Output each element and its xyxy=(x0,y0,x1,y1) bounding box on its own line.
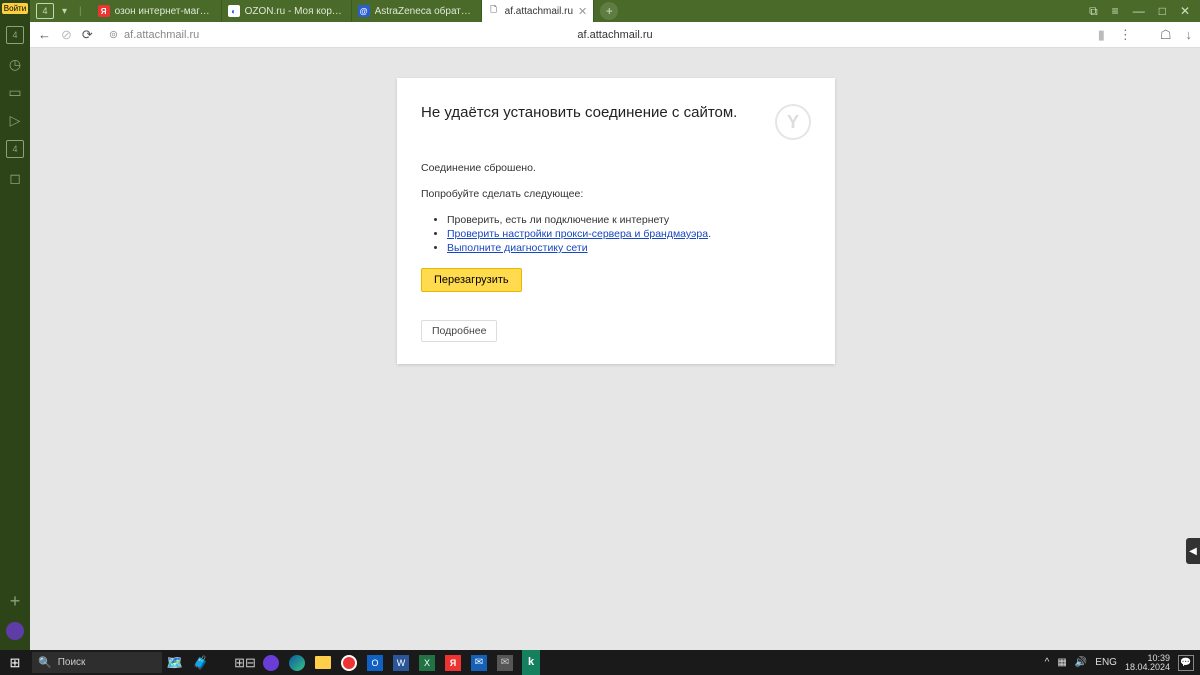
taskbar-mail[interactable]: ✉ xyxy=(466,650,492,675)
proxy-settings-link[interactable]: Проверить настройки прокси-сервера и бра… xyxy=(447,228,708,240)
tray-network-icon[interactable]: ▦ xyxy=(1057,657,1066,668)
taskbar-taskview-icon[interactable]: ⊞⊟ xyxy=(232,650,258,675)
taskbar-kaspersky[interactable]: k xyxy=(518,650,544,675)
kebab-menu-icon[interactable]: ⋮ xyxy=(1119,27,1132,43)
tab-1[interactable]: Я озон интернет-магазин о xyxy=(92,0,222,22)
taskbar-edge[interactable] xyxy=(284,650,310,675)
close-tab-icon[interactable]: ✕ xyxy=(578,5,587,18)
globe-favicon-icon: @ xyxy=(358,5,370,17)
taskbar-word[interactable]: W xyxy=(388,650,414,675)
sidebar-badge-count[interactable]: 4 xyxy=(6,26,24,44)
tab-title: OZON.ru - Моя корзина xyxy=(245,6,345,17)
url-field[interactable]: ⊚ af.attachmail.ru xyxy=(109,28,199,41)
reload-button[interactable]: ⟳ xyxy=(82,27,93,43)
tray-overflow-icon[interactable]: ^ xyxy=(1045,657,1050,668)
yandex-favicon-icon: Я xyxy=(98,5,110,17)
tab-3[interactable]: @ AstraZeneca обратилась xyxy=(352,0,482,22)
taskbar-mail2[interactable]: ✉ xyxy=(492,650,518,675)
search-icon: 🔍 xyxy=(38,656,52,669)
error-title: Не удаётся установить соединение с сайто… xyxy=(421,104,763,121)
taskbar-yandex-app[interactable]: Я xyxy=(440,650,466,675)
tab-4-active[interactable]: 🗋 af.attachmail.ru ✕ xyxy=(482,0,595,22)
bookmark-panel-icon[interactable]: ▭ xyxy=(7,84,23,100)
close-window-icon[interactable]: ✕ xyxy=(1180,4,1190,18)
search-placeholder: Поиск xyxy=(58,657,86,668)
minimize-icon[interactable]: — xyxy=(1133,4,1145,18)
details-button[interactable]: Подробнее xyxy=(421,320,497,342)
tab-title: af.attachmail.ru xyxy=(505,6,573,17)
site-info-icon[interactable]: ⊚ xyxy=(109,28,118,41)
tray-volume-icon[interactable]: 🔊 xyxy=(1075,657,1087,668)
taskbar-outlook[interactable]: O xyxy=(362,650,388,675)
start-button[interactable]: ⊞ xyxy=(0,650,30,675)
maximize-icon[interactable]: □ xyxy=(1159,4,1166,18)
windows-taskbar: ⊞ 🔍 Поиск 🗺️ 🧳 ⊞⊟ O W X Я ✉ ✉ k ^ ▦ 🔊 EN… xyxy=(0,650,1200,675)
tab-strip: 4 ▾ | Я озон интернет-магазин о ◐ OZON.r… xyxy=(30,0,1200,22)
translate-icon[interactable]: ☖ xyxy=(1160,27,1172,43)
downloads-icon[interactable]: ↓ xyxy=(1186,27,1193,42)
taskbar-search[interactable]: 🔍 Поиск xyxy=(32,652,162,673)
alice-assistant-icon[interactable] xyxy=(6,622,24,640)
bookmark-icon[interactable]: ▮ xyxy=(1098,27,1105,43)
error-card: Не удаётся установить соединение с сайто… xyxy=(397,78,835,364)
shield-icon[interactable]: ⊘ xyxy=(61,27,72,43)
reload-page-button[interactable]: Перезагрузить xyxy=(421,268,522,292)
copy-window-icon[interactable]: ⧉ xyxy=(1089,4,1098,19)
ozon-favicon-icon: ◐ xyxy=(228,5,240,17)
downloads-count-icon[interactable]: 4 xyxy=(6,140,24,158)
tray-language[interactable]: ENG xyxy=(1095,657,1117,668)
yandex-logo-icon: Y xyxy=(775,104,811,140)
error-suggestion-1: Проверить, есть ли подключение к интерне… xyxy=(447,214,811,226)
back-button[interactable]: ← xyxy=(38,27,51,42)
add-panel-icon[interactable]: + xyxy=(10,591,21,612)
browser-side-panel: Войти 4 ◷ ▭ ▷ 4 ◻ + xyxy=(0,0,30,650)
page-viewport: Не удаётся установить соединение с сайто… xyxy=(30,48,1200,650)
tab-list-chevron-icon[interactable]: ▾ xyxy=(58,6,71,17)
side-pull-handle[interactable]: ◀ xyxy=(1186,538,1200,564)
page-favicon-icon: 🗋 xyxy=(488,5,500,17)
taskbar-luggage-icon[interactable]: 🧳 xyxy=(188,650,214,675)
network-diagnostics-link[interactable]: Выполните диагностику сети xyxy=(447,242,588,254)
tab-title: озон интернет-магазин о xyxy=(115,6,215,17)
notification-center-icon[interactable]: 💬 xyxy=(1178,655,1194,671)
taskbar-file-explorer[interactable] xyxy=(310,650,336,675)
url-text: af.attachmail.ru xyxy=(124,29,199,41)
taskbar-map-icon[interactable]: 🗺️ xyxy=(162,650,188,675)
clock-icon[interactable]: ◷ xyxy=(7,56,23,72)
new-tab-button[interactable]: + xyxy=(600,2,618,20)
address-bar: ← ⊘ ⟳ ⊚ af.attachmail.ru af.attachmail.r… xyxy=(30,22,1200,48)
tab-2[interactable]: ◐ OZON.ru - Моя корзина xyxy=(222,0,352,22)
login-button[interactable]: Войти xyxy=(2,3,28,14)
url-center-display: af.attachmail.ru xyxy=(577,29,652,41)
taskbar-yandex[interactable] xyxy=(336,650,362,675)
taskbar-yandex-browser[interactable] xyxy=(258,650,284,675)
error-try: Попробуйте сделать следующее: xyxy=(421,188,811,200)
taskbar-clock[interactable]: 10:39 18.04.2024 xyxy=(1125,654,1170,672)
error-subtitle: Соединение сброшено. xyxy=(421,162,811,174)
chat-icon[interactable]: ◻ xyxy=(7,170,23,186)
menu-icon[interactable]: ≡ xyxy=(1112,4,1119,18)
tab-counter[interactable]: 4 xyxy=(36,3,54,19)
play-icon[interactable]: ▷ xyxy=(7,112,23,128)
tab-title: AstraZeneca обратилась xyxy=(375,6,475,17)
taskbar-excel[interactable]: X xyxy=(414,650,440,675)
